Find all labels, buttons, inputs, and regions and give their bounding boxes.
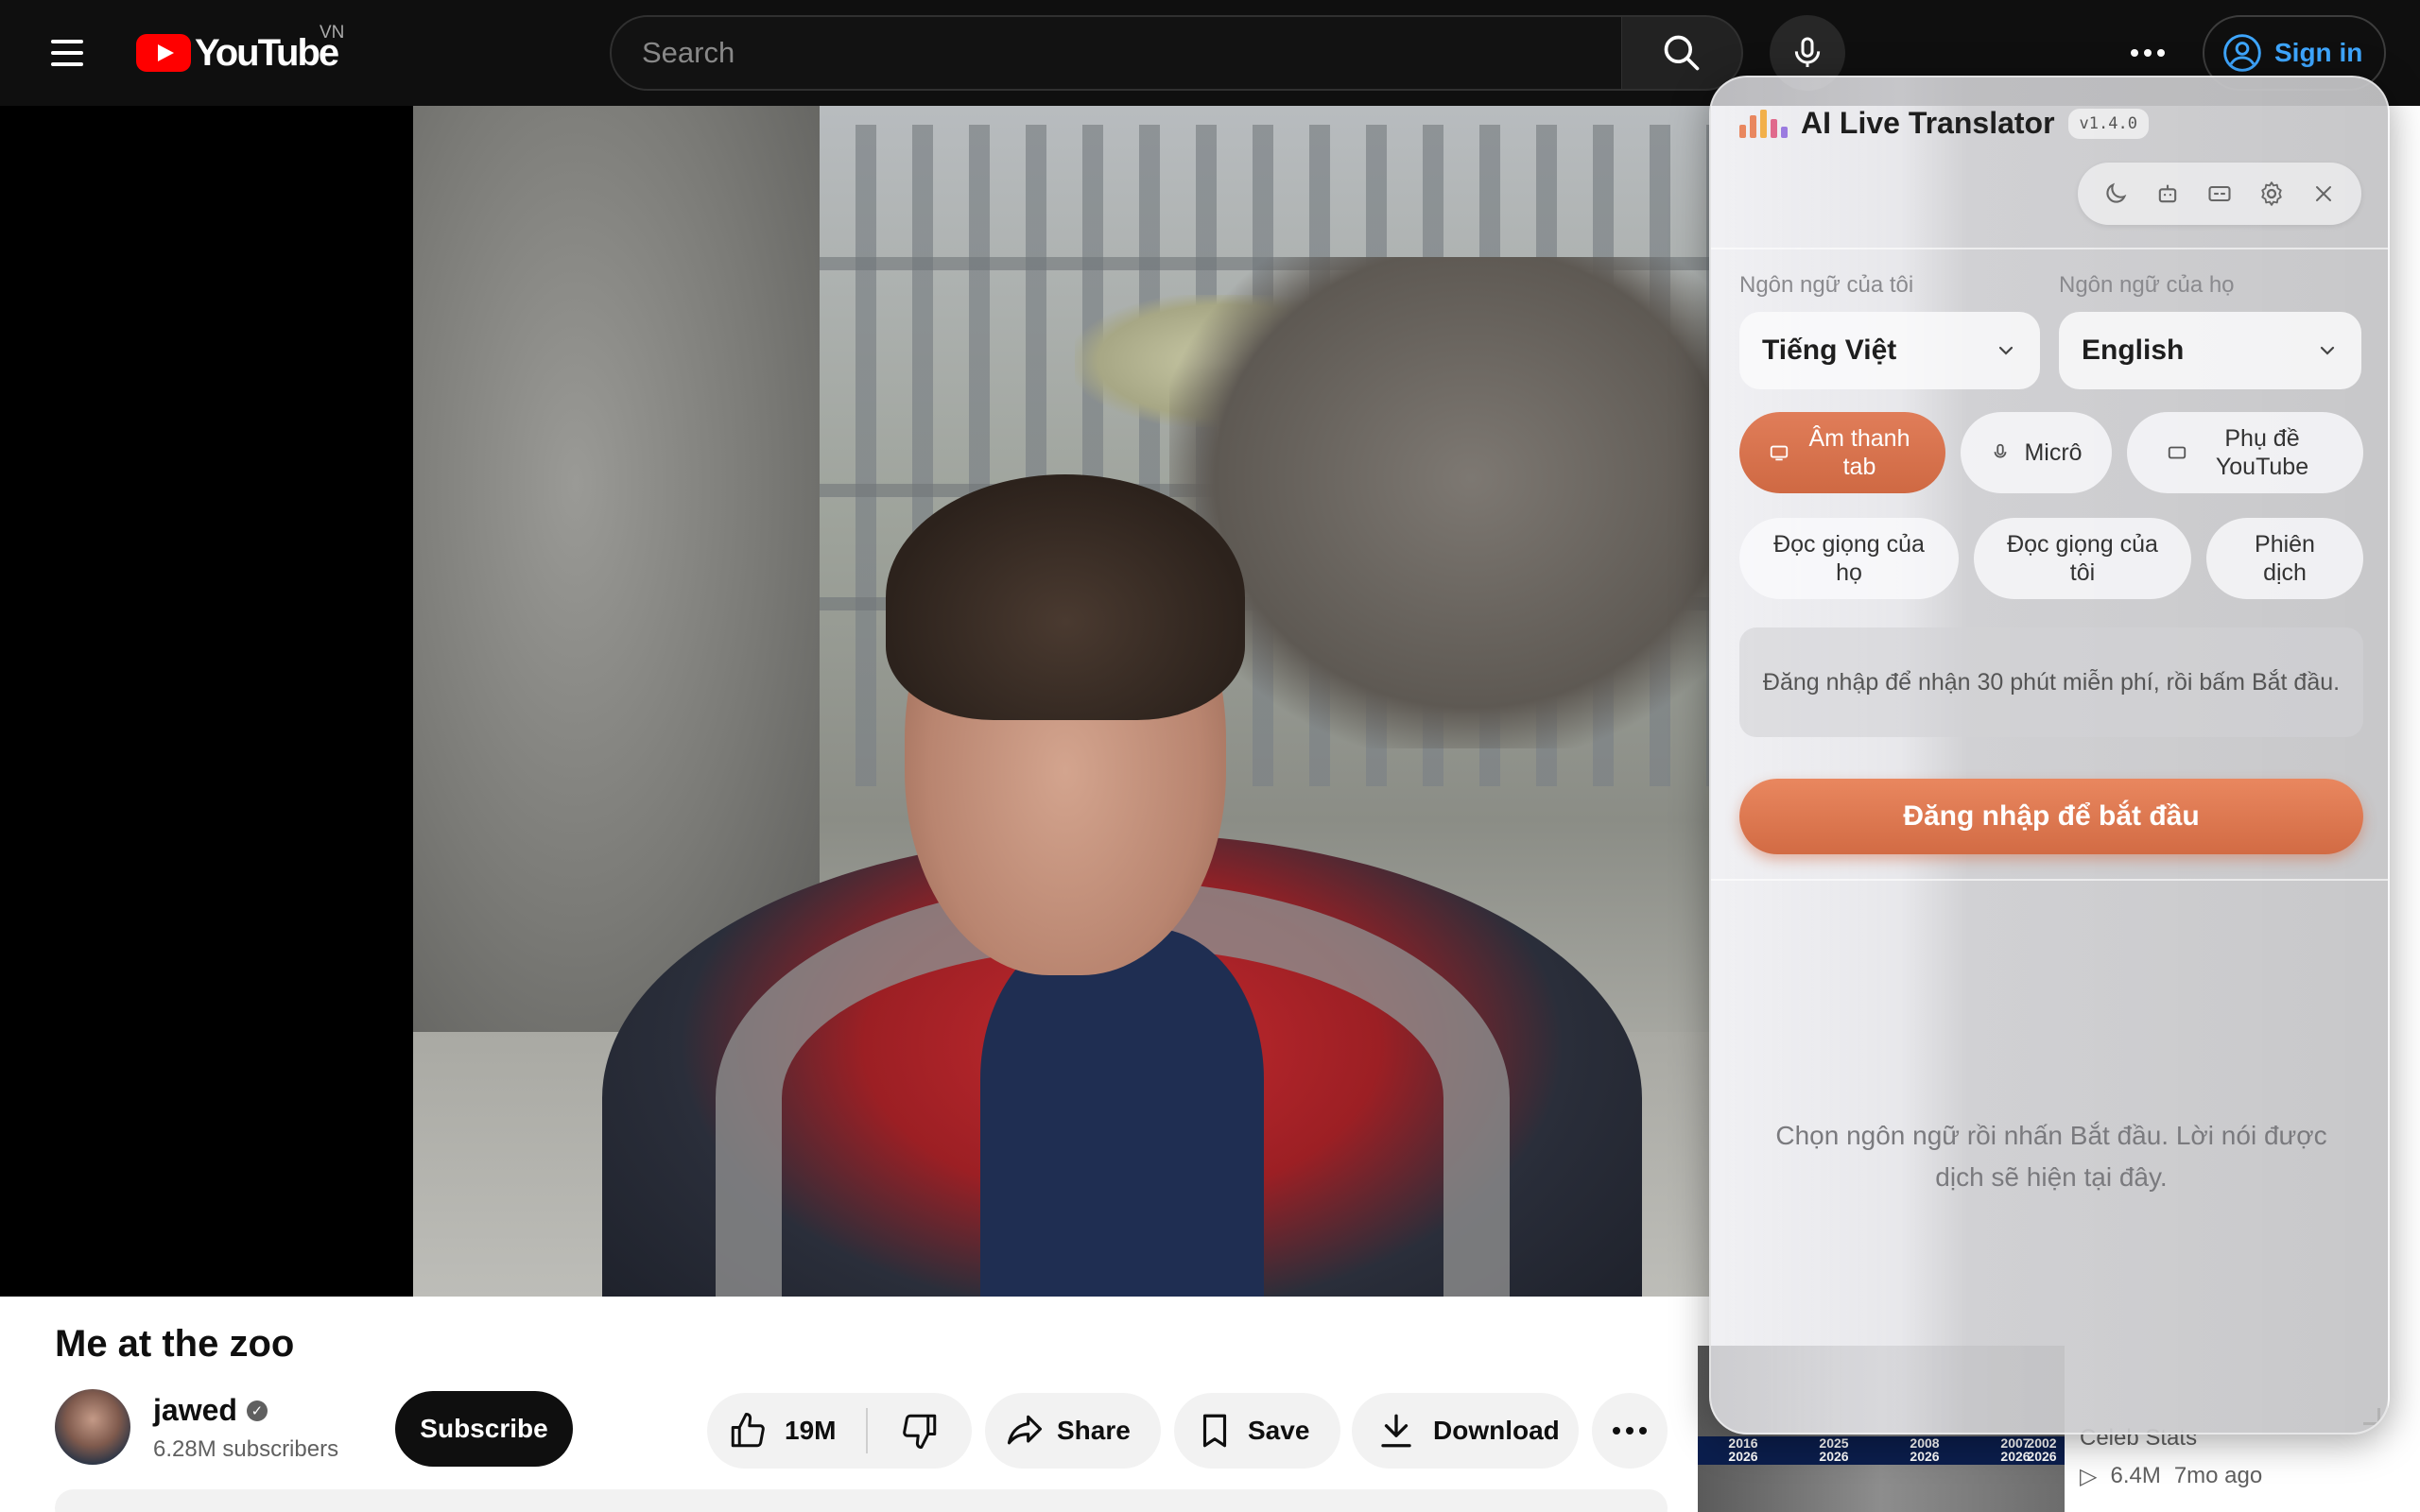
- read-their-voice-button[interactable]: Đọc giọng của họ: [1739, 518, 1959, 599]
- caption-icon[interactable]: [2203, 177, 2237, 211]
- like-button[interactable]: 19M: [707, 1411, 866, 1451]
- recommended-views: 6.4M: [2110, 1463, 2161, 1488]
- translator-panel: AI Live Translator v1.4.0 Ngôn ngữ của t…: [1709, 76, 2390, 1435]
- microphone-mode-button[interactable]: Micrô: [1961, 412, 2112, 493]
- microphone-icon: [1995, 443, 2007, 458]
- share-label: Share: [1057, 1416, 1131, 1445]
- recommended-meta: ▷ 6.4M 7mo ago: [2080, 1463, 2262, 1490]
- robot-icon[interactable]: [2151, 177, 2185, 211]
- search-button[interactable]: [1622, 15, 1743, 91]
- read-my-voice-button[interactable]: Đọc giọng của tôi: [1974, 518, 2191, 599]
- content-divider: [1711, 879, 2388, 881]
- youtube-captions-mode-button[interactable]: Phụ đề YouTube: [2127, 412, 2363, 493]
- my-language-select[interactable]: Tiếng Việt: [1739, 312, 2040, 389]
- thumb-year: 2025 2026: [1819, 1435, 1849, 1464]
- microphone-icon: [1794, 37, 1821, 67]
- tab-audio-mode-button[interactable]: Âm thanh tab: [1739, 412, 1945, 493]
- more-actions-button[interactable]: [1592, 1393, 1668, 1469]
- thumbs-up-icon: [731, 1413, 765, 1448]
- video-frame[interactable]: [413, 106, 1711, 1297]
- resize-handle-icon[interactable]: [2363, 1408, 2380, 1425]
- my-language-label: Ngôn ngữ của tôi: [1739, 272, 1914, 298]
- channel-name[interactable]: jawed: [153, 1393, 237, 1428]
- thumb-year: 2016 2026: [1728, 1435, 1758, 1464]
- my-language-value: Tiếng Việt: [1762, 335, 1897, 366]
- interpret-button[interactable]: Phiên dịch: [2206, 518, 2363, 599]
- youtube-play-icon: [136, 34, 191, 72]
- like-count: 19M: [785, 1416, 837, 1445]
- read-my-voice-label: Đọc giọng của tôi: [2007, 531, 2158, 586]
- chevron-down-icon: [2320, 346, 2335, 355]
- sign-in-label: Sign in: [2274, 38, 2363, 67]
- youtube-captions-label: Phụ đề YouTube: [2215, 425, 2309, 480]
- translator-logo-icon: [1739, 109, 1788, 138]
- download-icon: [1381, 1414, 1411, 1448]
- recommended-age: 7mo ago: [2173, 1463, 2263, 1488]
- save-label: Save: [1248, 1416, 1310, 1445]
- logo-text: YouTube: [195, 31, 339, 74]
- search-box: [610, 15, 1623, 91]
- youtube-logo[interactable]: YouTube VN: [136, 23, 344, 77]
- subscriber-count: 6.28M subscribers: [153, 1436, 339, 1462]
- account-icon: [2223, 34, 2261, 72]
- read-their-voice-label: Đọc giọng của họ: [1773, 531, 1925, 586]
- moon-icon[interactable]: [2099, 177, 2133, 211]
- search-icon: [1664, 35, 1700, 71]
- share-button[interactable]: Share: [985, 1393, 1161, 1469]
- translator-toolbar: [2078, 163, 2361, 225]
- share-icon: [1007, 1415, 1043, 1445]
- their-language-label: Ngôn ngữ của họ: [2059, 272, 2235, 298]
- thumb-year: 2008 2026: [1910, 1435, 1940, 1464]
- country-code: VN: [320, 23, 345, 43]
- tab-audio-label: Âm thanh tab: [1808, 425, 1910, 480]
- close-icon[interactable]: [2307, 177, 2341, 211]
- search-input[interactable]: [612, 17, 1621, 89]
- translator-title: AI Live Translator: [1801, 106, 2055, 140]
- microphone-label: Micrô: [2024, 439, 2083, 466]
- like-dislike-group: 19M: [707, 1393, 972, 1469]
- channel-avatar[interactable]: [55, 1389, 130, 1465]
- login-to-start-button[interactable]: Đăng nhập để bắt đầu: [1739, 779, 2363, 854]
- more-options-icon[interactable]: [2125, 30, 2170, 76]
- download-label: Download: [1433, 1416, 1560, 1445]
- header-divider: [1711, 248, 2388, 249]
- bookmark-icon: [1202, 1414, 1227, 1448]
- their-language-select[interactable]: English: [2059, 312, 2361, 389]
- interpret-label: Phiên dịch: [2255, 531, 2315, 586]
- description-box[interactable]: [55, 1489, 1668, 1512]
- video-player[interactable]: [0, 106, 1711, 1297]
- thumb-year: 2002 2026: [2027, 1435, 2057, 1464]
- login-info-box: Đăng nhập để nhận 30 phút miễn phí, rồi …: [1739, 627, 2363, 737]
- save-button[interactable]: Save: [1174, 1393, 1340, 1469]
- video-title: Me at the zoo: [55, 1323, 295, 1365]
- subscribe-button[interactable]: Subscribe: [395, 1391, 573, 1467]
- channel-name-row[interactable]: jawed ✓: [153, 1393, 268, 1428]
- verified-badge-icon: ✓: [246, 1400, 268, 1421]
- thumbs-down-icon: [903, 1414, 937, 1449]
- download-button[interactable]: Download: [1352, 1393, 1579, 1469]
- caption-icon: [2168, 446, 2187, 459]
- dislike-button[interactable]: [868, 1411, 972, 1451]
- transcript-placeholder: Chọn ngôn ngữ rồi nhấn Bắt đầu. Lời nói …: [1775, 1121, 2327, 1192]
- play-icon: ▷: [2080, 1464, 2098, 1489]
- chevron-down-icon: [1998, 346, 2014, 355]
- their-language-value: English: [2082, 335, 2185, 366]
- gear-icon[interactable]: [2255, 177, 2289, 211]
- version-badge: v1.4.0: [2067, 108, 2149, 139]
- translator-header: AI Live Translator v1.4.0: [1739, 106, 2149, 141]
- tab-icon: [1770, 445, 1789, 461]
- menu-icon[interactable]: [45, 34, 91, 72]
